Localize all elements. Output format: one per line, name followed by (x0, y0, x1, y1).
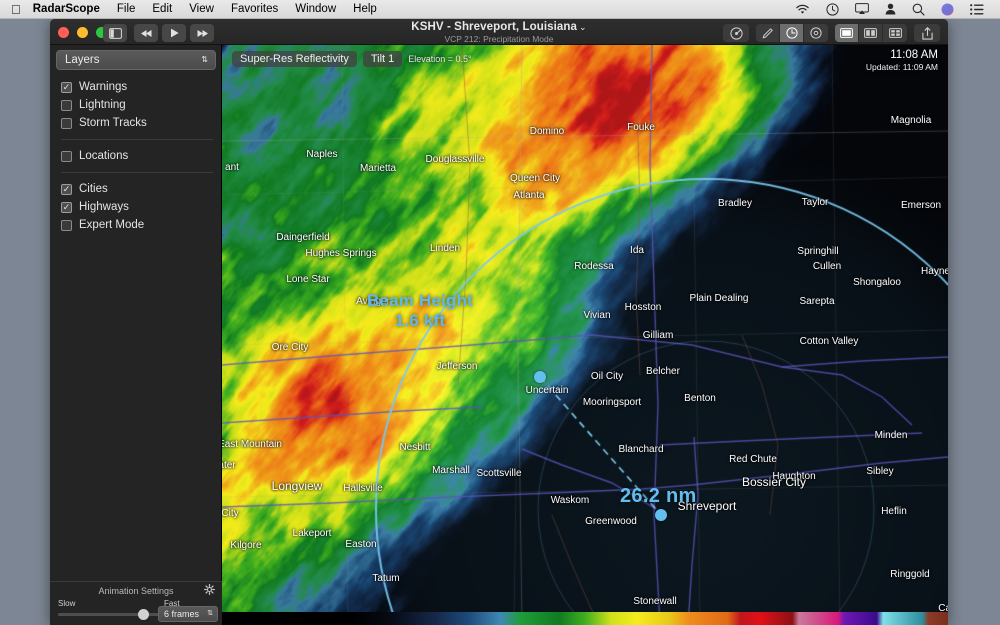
reflectivity-color-scale (222, 612, 948, 625)
layer-label-warnings: Warnings (79, 81, 128, 93)
clock-history-icon[interactable] (780, 24, 804, 42)
single-pane-icon[interactable] (835, 24, 859, 42)
checkbox-lightning[interactable] (61, 99, 72, 111)
four-pane-icon[interactable] (883, 24, 907, 42)
frame-count-dropdown[interactable]: 6 frames ⇅ (158, 606, 218, 622)
slider-label-slow: Slow (58, 599, 76, 608)
pencil-icon[interactable] (756, 24, 780, 42)
control-center-icon[interactable] (970, 3, 984, 15)
distance-readout: 26.2 nm (620, 485, 697, 508)
chevron-down-icon: ⌄ (579, 22, 587, 32)
menu-item-favorites[interactable]: Favorites (231, 3, 278, 15)
checkbox-cities[interactable]: ✓ (61, 183, 72, 195)
layer-label-locations: Locations (79, 150, 129, 162)
checkbox-storm-tracks[interactable] (61, 117, 72, 129)
menu-item-window[interactable]: Window (295, 3, 336, 15)
station-name-text: KSHV - Shreveport, Louisiana (411, 21, 578, 33)
clock-icon[interactable] (826, 2, 839, 16)
animation-speed-controls: Slow Fast 6 frames ⇅ (50, 599, 222, 625)
layer-label-storm-tracks: Storm Tracks (79, 117, 147, 129)
window-title-bar: KSHV - Shreveport, Louisiana ⌄ VCP 212: P… (50, 19, 948, 45)
playback-controls (134, 24, 214, 42)
step-forward-icon[interactable] (190, 24, 214, 42)
sidebar-toggle-icon[interactable] (103, 24, 127, 42)
menu-item-view[interactable]: View (189, 3, 214, 15)
layer-label-highways: Highways (79, 201, 129, 213)
checkbox-locations[interactable] (61, 150, 72, 162)
layer-row-cities[interactable]: ✓ Cities (50, 180, 221, 198)
macos-menu-bar:  RadarScope File Edit View Favorites Wi… (0, 0, 1000, 19)
radar-target-icon[interactable] (723, 24, 749, 42)
menu-item-help[interactable]: Help (353, 3, 377, 15)
beam-height-value: 1.6 kft (394, 310, 446, 330)
gear-icon[interactable] (204, 584, 215, 595)
layer-checkbox-list: ✓ Warnings Lightning Storm Tracks Locati… (50, 78, 221, 234)
chevron-updown-icon: ⇅ (207, 610, 213, 618)
radarscope-window: KSHV - Shreveport, Louisiana ⌄ VCP 212: P… (50, 19, 948, 625)
apple-logo-icon[interactable]:  (11, 3, 21, 16)
distance-value: 26.2 nm (620, 485, 697, 507)
sidebar-divider-2 (61, 172, 213, 173)
radar-reflectivity-canvas[interactable] (222, 45, 948, 625)
animation-settings-title: Animation Settings (98, 585, 174, 596)
product-info-bar: Super-Res Reflectivity Tilt 1 Elevation … (232, 51, 472, 67)
layer-row-storm-tracks[interactable]: Storm Tracks (50, 114, 221, 132)
beam-height-title: Beam Height (366, 291, 474, 310)
radar-scan-time: 11:08 AM (890, 49, 938, 61)
location-target-icon[interactable] (804, 24, 828, 42)
animation-settings-header: Animation Settings (50, 582, 222, 599)
beam-height-readout: Beam Height 1.6 kft (340, 291, 500, 330)
pane-layout-group (835, 24, 907, 42)
user-icon[interactable] (885, 3, 896, 15)
animation-settings-panel: Animation Settings Slow Fast 6 frames ⇅ (50, 581, 222, 625)
siri-icon[interactable] (941, 3, 954, 16)
tilt-pill[interactable]: Tilt 1 (362, 51, 403, 67)
radar-time-box: 11:08 AM Updated: 11:09 AM (866, 49, 938, 72)
layer-row-expert-mode[interactable]: Expert Mode (50, 216, 221, 234)
menu-item-radarscope[interactable]: RadarScope (33, 3, 100, 15)
step-back-icon[interactable] (134, 24, 158, 42)
wifi-icon[interactable] (795, 4, 810, 15)
menu-item-file[interactable]: File (117, 3, 136, 15)
layer-row-lightning[interactable]: Lightning (50, 96, 221, 114)
cursor-marker[interactable] (655, 509, 667, 521)
sidebar-divider-1 (61, 139, 213, 140)
two-pane-icon[interactable] (859, 24, 883, 42)
annotation-tool-group (756, 24, 828, 42)
product-name-pill[interactable]: Super-Res Reflectivity (232, 51, 357, 67)
elevation-label: Elevation = 0.5° (408, 54, 472, 64)
layers-sidebar: Layers ⇅ ✓ Warnings Lightning Storm Trac… (50, 45, 222, 625)
radar-map-view[interactable]: Super-Res Reflectivity Tilt 1 Elevation … (222, 45, 948, 625)
menu-item-edit[interactable]: Edit (152, 3, 172, 15)
close-button[interactable] (58, 27, 69, 38)
layer-label-lightning: Lightning (79, 99, 126, 111)
minimize-button[interactable] (77, 27, 88, 38)
checkbox-highways[interactable]: ✓ (61, 201, 72, 213)
layer-row-highways[interactable]: ✓ Highways (50, 198, 221, 216)
animation-speed-slider-knob[interactable] (138, 609, 149, 620)
checkbox-warnings[interactable]: ✓ (61, 81, 72, 93)
chevron-updown-icon: ⇅ (201, 54, 208, 64)
frame-count-value: 6 frames (164, 609, 200, 619)
toolbar-right-group (723, 24, 940, 42)
layer-label-cities: Cities (79, 183, 108, 195)
layer-row-locations[interactable]: Locations (50, 147, 221, 165)
checkbox-expert-mode[interactable] (61, 219, 72, 231)
play-icon[interactable] (162, 24, 186, 42)
layer-label-expert-mode: Expert Mode (79, 219, 145, 231)
search-icon[interactable] (912, 3, 925, 16)
layer-row-warnings[interactable]: ✓ Warnings (50, 78, 221, 96)
radar-site-marker[interactable] (534, 371, 546, 383)
layers-dropdown-label: Layers (65, 54, 100, 66)
airplay-icon[interactable] (855, 3, 869, 15)
share-icon[interactable] (914, 24, 940, 42)
radar-updated-time: Updated: 11:09 AM (865, 62, 938, 72)
traffic-light-group (58, 27, 107, 38)
layers-dropdown[interactable]: Layers ⇅ (56, 50, 216, 70)
